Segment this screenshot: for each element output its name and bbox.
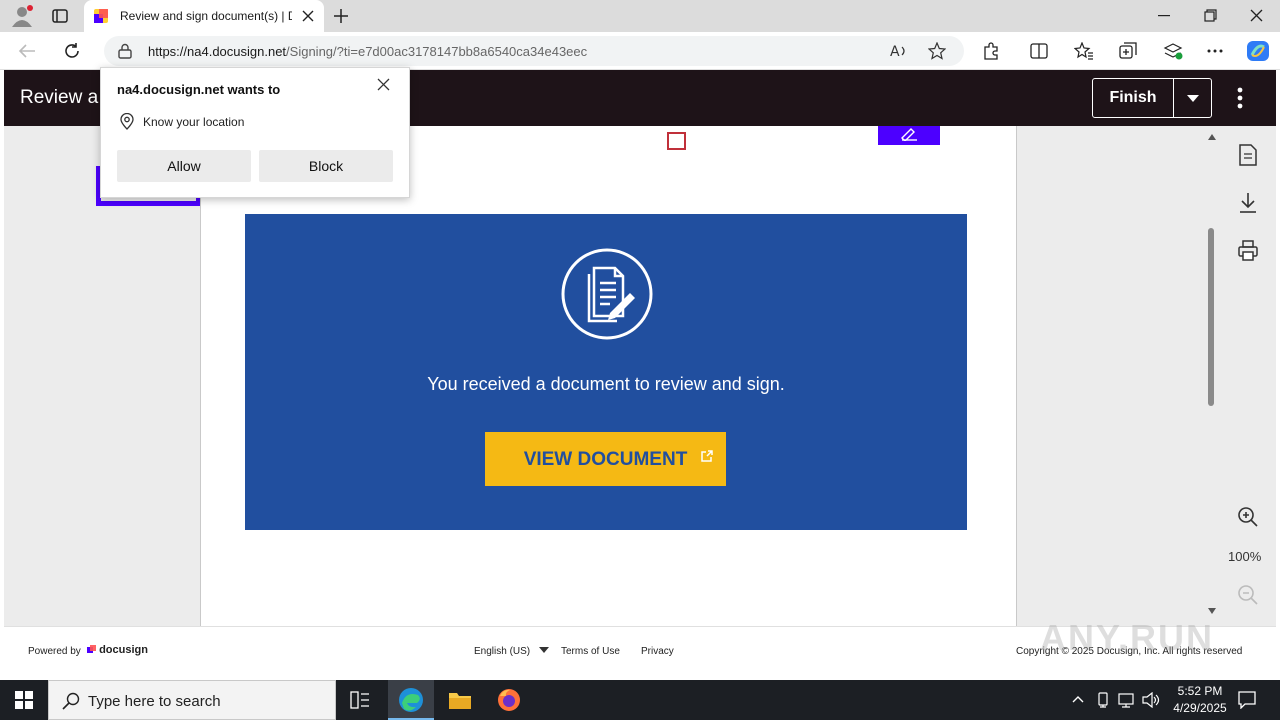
page-title: Review a — [20, 87, 99, 108]
popup-close-icon[interactable] — [377, 78, 390, 91]
page-view-icon[interactable] — [1238, 144, 1258, 166]
language-label: English (US) — [474, 646, 531, 657]
network-icon[interactable] — [1096, 692, 1110, 708]
favorites-icon[interactable] — [1074, 42, 1094, 60]
finish-options-button[interactable] — [1173, 79, 1211, 117]
zoom-out-icon[interactable] — [1237, 584, 1259, 606]
firefox-icon[interactable] — [497, 688, 521, 712]
svg-text:A: A — [890, 44, 900, 59]
allow-button[interactable]: Allow — [117, 150, 251, 182]
edge-taskbar-icon[interactable] — [388, 680, 434, 720]
language-caret-icon — [538, 647, 549, 653]
split-screen-icon[interactable] — [1030, 42, 1048, 60]
permission-label: Know your location — [143, 115, 245, 129]
restore-icon[interactable] — [1204, 9, 1217, 22]
document-sign-icon — [560, 247, 654, 341]
taskbar-clock[interactable]: 5:52 PM 4/29/2025 — [1160, 683, 1240, 717]
browser-tab-strip: Review and sign document(s) | D — [0, 0, 1280, 32]
back-icon[interactable] — [18, 43, 36, 59]
read-aloud-icon[interactable]: A — [890, 43, 908, 59]
pen-icon — [900, 127, 918, 141]
zoom-level: 100% — [1228, 549, 1262, 564]
show-hidden-icons[interactable] — [1072, 695, 1084, 703]
favorite-star-icon[interactable] — [928, 42, 946, 60]
docusign-favicon — [94, 9, 108, 23]
display-icon[interactable] — [1118, 692, 1136, 708]
clock-time: 5:52 PM — [1177, 684, 1223, 698]
profile-icon[interactable] — [10, 5, 34, 27]
view-document-label: VIEW DOCUMENT — [523, 449, 688, 470]
refresh-icon[interactable] — [63, 42, 81, 60]
finish-button-group: Finish — [1092, 78, 1212, 118]
popup-title: na4.docusign.net wants to — [117, 82, 281, 97]
block-button[interactable]: Block — [259, 150, 393, 182]
volume-icon[interactable] — [1142, 692, 1160, 708]
taskbar-search[interactable]: Type here to search — [48, 680, 336, 720]
browser-toolbar: https://na4.docusign.net/Signing/?ti=e7d… — [0, 32, 1280, 70]
address-bar[interactable]: https://na4.docusign.net/Signing/?ti=e7d… — [104, 36, 964, 66]
tab-docusign[interactable]: Review and sign document(s) | D — [84, 0, 324, 32]
minimize-icon[interactable] — [1158, 15, 1170, 17]
url-path: /Signing/?ti=e7d00ac3178147bb8a6540ca34e… — [286, 44, 588, 59]
location-permission-popup: na4.docusign.net wants to Know your loca… — [100, 67, 410, 198]
url-host: https://na4.docusign.net — [148, 44, 287, 59]
file-explorer-icon[interactable] — [448, 690, 472, 710]
task-view-icon[interactable] — [350, 691, 370, 709]
language-selector[interactable]: English (US) — [474, 646, 549, 657]
url-text[interactable]: https://na4.docusign.net/Signing/?ti=e7d… — [148, 44, 587, 59]
docusign-brand: docusign — [99, 644, 148, 656]
page-footer: Powered by docusign English (US) Terms o… — [4, 617, 1276, 678]
lock-icon[interactable] — [118, 43, 132, 59]
download-icon[interactable] — [1238, 192, 1258, 214]
more-actions-icon[interactable] — [1237, 87, 1243, 109]
close-window-icon[interactable] — [1250, 9, 1263, 22]
watermark-text: ANY.RUN — [1040, 617, 1215, 658]
zoom-in-icon[interactable] — [1237, 506, 1259, 528]
clock-date: 4/29/2025 — [1173, 701, 1227, 715]
tab-actions-icon[interactable] — [52, 9, 68, 23]
powered-by-label: Powered by — [28, 646, 81, 657]
extensions-icon[interactable] — [982, 42, 1000, 60]
copilot-icon[interactable] — [1246, 40, 1270, 62]
right-toolbar: 100% — [1024, 126, 1276, 626]
view-document-button[interactable]: VIEW DOCUMENT — [485, 432, 726, 486]
tab-title: Review and sign document(s) | D — [120, 9, 292, 23]
caret-down-icon — [1187, 95, 1199, 102]
more-menu-icon[interactable] — [1207, 49, 1223, 53]
document-page: You received a document to review and si… — [200, 126, 1017, 626]
docusign-logo: docusign — [87, 644, 148, 656]
terms-link[interactable]: Terms of Use — [561, 646, 620, 657]
finish-button[interactable]: Finish — [1093, 79, 1173, 117]
privacy-link[interactable]: Privacy — [641, 646, 674, 657]
checkbox-field[interactable] — [667, 132, 686, 150]
print-icon[interactable] — [1238, 240, 1258, 262]
close-tab-icon[interactable] — [302, 10, 314, 22]
taskbar: Type here to search 5:52 PM 4/29/2025 — [0, 680, 1280, 720]
external-link-icon — [701, 450, 713, 462]
browser-essentials-icon[interactable] — [1163, 42, 1183, 60]
search-placeholder: Type here to search — [88, 693, 221, 710]
search-icon — [62, 692, 80, 710]
collections-icon[interactable] — [1119, 42, 1137, 60]
document-banner: You received a document to review and si… — [245, 214, 967, 530]
signature-tag[interactable] — [878, 126, 940, 145]
windows-start-icon[interactable] — [15, 691, 33, 709]
banner-message: You received a document to review and si… — [427, 374, 785, 394]
new-tab-icon[interactable] — [333, 8, 349, 24]
notifications-icon[interactable] — [1238, 691, 1256, 709]
document-viewer: You received a document to review and si… — [4, 126, 1276, 626]
location-pin-icon — [119, 113, 135, 130]
